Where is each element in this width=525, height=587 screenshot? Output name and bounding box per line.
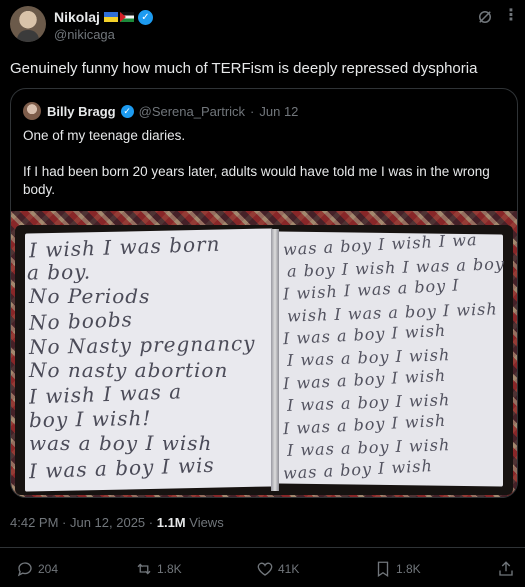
reply-button[interactable]: 204 [16, 560, 58, 578]
quote-separator: · [250, 103, 255, 119]
palestine-flag-icon [119, 12, 134, 22]
verified-badge-icon[interactable]: ✓ [137, 9, 153, 25]
meta-separator: · [58, 515, 70, 530]
quote-date[interactable]: Jun 12 [259, 104, 298, 119]
like-button[interactable]: 41K [256, 560, 299, 578]
diary-left-line: No Periods [29, 284, 151, 308]
diary-left-line: was a boy I wish [29, 431, 213, 455]
meta-separator: · [145, 515, 157, 530]
action-bar: 204 1.8K 41K 1.8K [0, 547, 525, 587]
like-count: 41K [278, 562, 300, 576]
bookmark-icon [377, 561, 389, 578]
diary-book: I wish I was born a boy. No Periods No boob… [15, 225, 513, 495]
author-handle[interactable]: @nikicaga [54, 27, 115, 42]
views-count: 1.1M [156, 515, 186, 530]
share-button[interactable] [497, 560, 515, 578]
quote-author-row: Billy Bragg ✓ @Serena_Partrick · Jun 12 [47, 102, 298, 120]
grok-icon[interactable] [476, 8, 494, 26]
quoted-post[interactable]: Billy Bragg ✓ @Serena_Partrick · Jun 12 … [10, 88, 518, 498]
quote-author-handle[interactable]: @Serena_Partrick [139, 104, 245, 119]
quote-line-2: If I had been born 20 years later, adult… [23, 164, 490, 197]
views-label: Views [185, 515, 224, 530]
quote-text: One of my teenage diaries. If I had been… [23, 127, 507, 217]
diary-left-line: No Nasty pregnancy [28, 331, 256, 359]
post-time[interactable]: 4:42 PM [10, 515, 58, 530]
diary-left-line: a boy. [26, 258, 92, 285]
bookmark-button[interactable]: 1.8K [374, 560, 421, 578]
ukraine-flag-icon [103, 12, 118, 22]
like-icon [257, 562, 273, 576]
quote-verified-badge-icon[interactable]: ✓ [120, 104, 134, 118]
author-name-row: Nikolaj ✓ [54, 8, 153, 26]
more-icon[interactable]: ⋮ [503, 6, 519, 26]
post-meta: 4:42 PM · Jun 12, 2025 · 1.1M Views [10, 515, 224, 530]
author-name[interactable]: Nikolaj [54, 9, 100, 25]
quote-author-name[interactable]: Billy Bragg [47, 104, 116, 119]
bookmark-count: 1.8K [396, 562, 421, 576]
author-avatar[interactable] [10, 6, 46, 42]
reply-icon [17, 562, 32, 577]
post-date[interactable]: Jun 12, 2025 [70, 515, 145, 530]
diary-photo[interactable]: I wish I was born a boy. No Periods No boob… [11, 211, 517, 497]
diary-left-line: No boobs [28, 306, 134, 335]
repost-count: 1.8K [157, 562, 182, 576]
repost-icon [137, 563, 151, 575]
diary-left-line: boy I wish! [28, 405, 152, 432]
quote-line-1: One of my teenage diaries. [23, 128, 186, 143]
quote-author-avatar[interactable] [23, 102, 41, 120]
share-icon [499, 561, 513, 576]
post-text: Genuinely funny how much of TERFism is d… [10, 60, 478, 77]
reply-count: 204 [38, 562, 59, 576]
diary-left-line: No nasty abortion [29, 357, 229, 382]
repost-button[interactable]: 1.8K [135, 560, 182, 578]
diary-spine [271, 229, 279, 491]
